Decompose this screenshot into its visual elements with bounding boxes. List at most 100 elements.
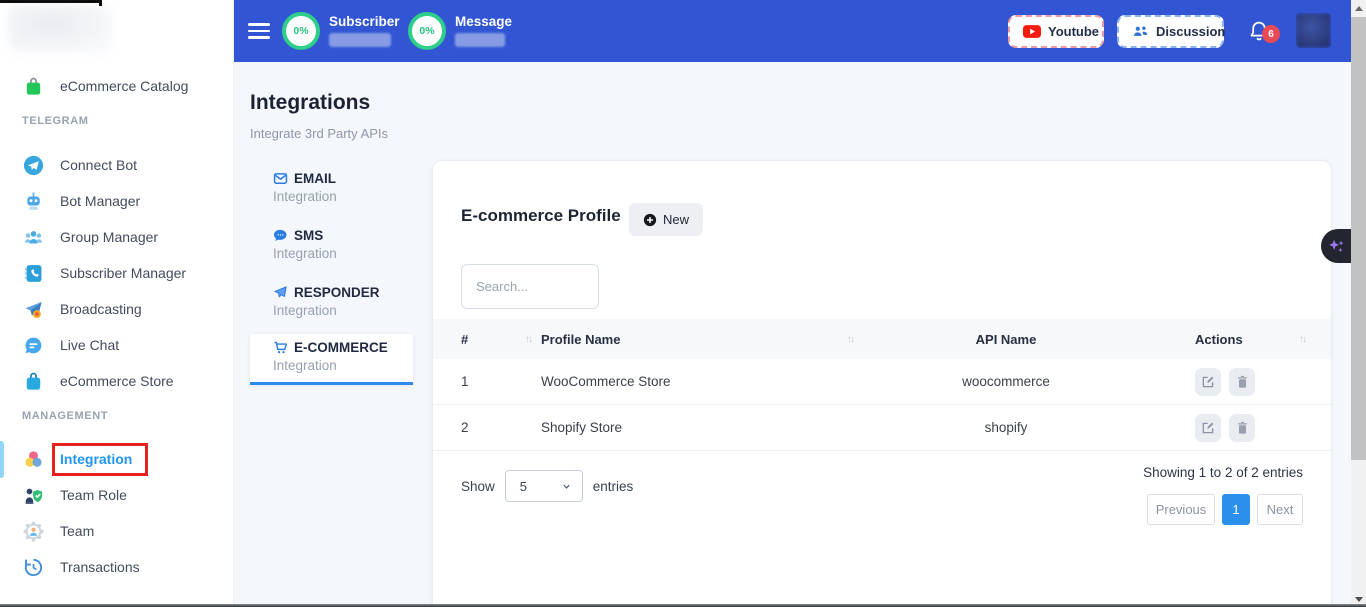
search-input[interactable]	[461, 264, 599, 309]
hamburger-menu-icon[interactable]	[248, 23, 270, 39]
col-header-profile-name[interactable]: Profile Name	[541, 332, 620, 347]
table-row: 2 Shopify Store shopify	[433, 405, 1331, 451]
sidebar: eCommerce Catalog TELEGRAM Connect Bot B…	[0, 0, 234, 607]
contact-book-phone-icon	[22, 262, 45, 285]
ecommerce-profile-card: E-commerce Profile New # ↑↓ Profile Name…	[432, 160, 1332, 607]
active-item-indicator	[0, 441, 4, 478]
sparkles-icon	[1327, 237, 1346, 256]
sidebar-item-label: Connect Bot	[60, 157, 137, 173]
delete-button[interactable]	[1229, 414, 1255, 442]
message-usage-widget: 0% Message	[408, 12, 512, 50]
topbar: 0% Subscriber 0% Message Youtube Discuss…	[234, 0, 1351, 62]
chevron-down-icon	[561, 481, 572, 492]
edit-button[interactable]	[1195, 414, 1221, 442]
sidebar-item-ecommerce-store[interactable]: eCommerce Store	[0, 363, 233, 399]
history-clock-icon	[22, 556, 45, 579]
shield-person-icon	[22, 484, 45, 507]
sort-icon[interactable]: ↑↓	[1299, 334, 1305, 345]
discussion-button[interactable]: Discussion	[1117, 15, 1224, 48]
sidebar-item-label: Team	[60, 523, 94, 539]
sidebar-item-label: Integration	[60, 451, 132, 467]
subscriber-usage-widget: 0% Subscriber	[282, 12, 400, 50]
entries-per-page-select[interactable]: 5	[505, 470, 583, 502]
message-value-blurred	[455, 33, 505, 47]
subscriber-value-blurred	[329, 33, 391, 47]
chat-bubble-icon	[22, 334, 45, 357]
paper-plane-badge-icon	[22, 298, 45, 321]
sidebar-item-connect-bot[interactable]: Connect Bot	[0, 147, 233, 183]
sort-icon[interactable]: ↑↓	[847, 334, 853, 345]
sidebar-item-team-role[interactable]: Team Role	[0, 477, 233, 513]
sidebar-item-label: Subscriber Manager	[60, 265, 186, 281]
col-header-num[interactable]: #	[461, 332, 468, 347]
profiles-table: # ↑↓ Profile Name ↑↓ API Name Actions ↑↓…	[433, 319, 1331, 451]
table-header-row: # ↑↓ Profile Name ↑↓ API Name Actions ↑↓	[433, 319, 1331, 359]
pagination: Previous 1 Next	[1147, 494, 1303, 525]
tab-sms-integration[interactable]: SMS Integration	[250, 222, 413, 267]
vertical-scrollbar[interactable]	[1351, 0, 1366, 607]
sidebar-item-label: eCommerce Catalog	[60, 78, 188, 94]
ai-assistant-button[interactable]	[1321, 229, 1351, 263]
message-stat-label: Message	[455, 14, 512, 29]
cell-num: 2	[461, 420, 469, 435]
entries-label: entries	[593, 479, 634, 494]
sidebar-section-telegram: TELEGRAM	[0, 115, 233, 130]
sidebar-item-transactions[interactable]: Transactions	[0, 549, 233, 585]
edit-button[interactable]	[1195, 368, 1221, 396]
paper-plane-icon	[273, 285, 288, 300]
sidebar-item-broadcasting[interactable]: Broadcasting	[0, 291, 233, 327]
user-avatar[interactable]	[1296, 13, 1331, 48]
cell-profile-name: Shopify Store	[541, 420, 622, 435]
pagination-page-1-button[interactable]: 1	[1222, 494, 1250, 525]
plus-circle-icon	[643, 213, 657, 227]
page-subtitle: Integrate 3rd Party APIs	[250, 126, 388, 141]
avatar-image-blurred	[1296, 13, 1331, 48]
message-progress-ring: 0%	[408, 12, 446, 50]
subnav-title: EMAIL	[294, 171, 336, 186]
sidebar-item-team[interactable]: Team	[0, 513, 233, 549]
cell-profile-name: WooCommerce Store	[541, 374, 671, 389]
gear-person-icon	[22, 520, 45, 543]
subscriber-progress-ring: 0%	[282, 12, 320, 50]
sort-icon[interactable]: ↑↓	[525, 334, 531, 345]
tab-responder-integration[interactable]: RESPONDER Integration	[250, 279, 413, 324]
showing-entries-text: Showing 1 to 2 of 2 entries	[1143, 465, 1303, 480]
main-content: Integrations Integrate 3rd Party APIs EM…	[234, 62, 1351, 607]
sidebar-item-live-chat[interactable]: Live Chat	[0, 327, 233, 363]
sidebar-item-label: Group Manager	[60, 229, 158, 245]
youtube-button[interactable]: Youtube	[1008, 15, 1104, 48]
page-title: Integrations	[250, 91, 370, 115]
subnav-title: E-COMMERCE	[294, 340, 388, 355]
entries-select-value: 5	[520, 479, 527, 494]
notification-count-badge[interactable]: 6	[1262, 25, 1280, 43]
subnav-subtitle: Integration	[273, 189, 413, 204]
pagination-next-button[interactable]: Next	[1257, 494, 1303, 525]
tab-email-integration[interactable]: EMAIL Integration	[250, 165, 413, 210]
green-shopping-bag-icon	[22, 75, 45, 98]
telegram-plane-icon	[22, 154, 45, 177]
scrollbar-up-arrow[interactable]	[1351, 0, 1366, 16]
subnav-subtitle: Integration	[273, 358, 413, 373]
youtube-icon	[1023, 25, 1041, 38]
blue-shopping-bag-icon	[22, 370, 45, 393]
subnav-title: RESPONDER	[294, 285, 380, 300]
app-logo-blurred	[8, 4, 112, 54]
sidebar-item-bot-manager[interactable]: Bot Manager	[0, 183, 233, 219]
tab-ecommerce-integration[interactable]: E-COMMERCE Integration	[250, 334, 413, 385]
scrollbar-thumb[interactable]	[1351, 17, 1366, 460]
col-header-api-name[interactable]: API Name	[861, 332, 1151, 347]
subscriber-stat-label: Subscriber	[329, 14, 400, 29]
youtube-button-label: Youtube	[1048, 24, 1099, 39]
crop-artifact-line	[0, 0, 100, 3]
sidebar-item-integration[interactable]: Integration	[0, 441, 233, 477]
sidebar-item-ecommerce-catalog[interactable]: eCommerce Catalog	[0, 68, 233, 104]
card-title: E-commerce Profile	[461, 206, 621, 226]
sidebar-item-group-manager[interactable]: Group Manager	[0, 219, 233, 255]
col-header-actions[interactable]: Actions	[1195, 332, 1243, 347]
delete-button[interactable]	[1229, 368, 1255, 396]
pagination-previous-button[interactable]: Previous	[1147, 494, 1215, 525]
table-row: 1 WooCommerce Store woocommerce	[433, 359, 1331, 405]
subnav-subtitle: Integration	[273, 246, 413, 261]
new-profile-button[interactable]: New	[629, 203, 703, 236]
sidebar-item-subscriber-manager[interactable]: Subscriber Manager	[0, 255, 233, 291]
